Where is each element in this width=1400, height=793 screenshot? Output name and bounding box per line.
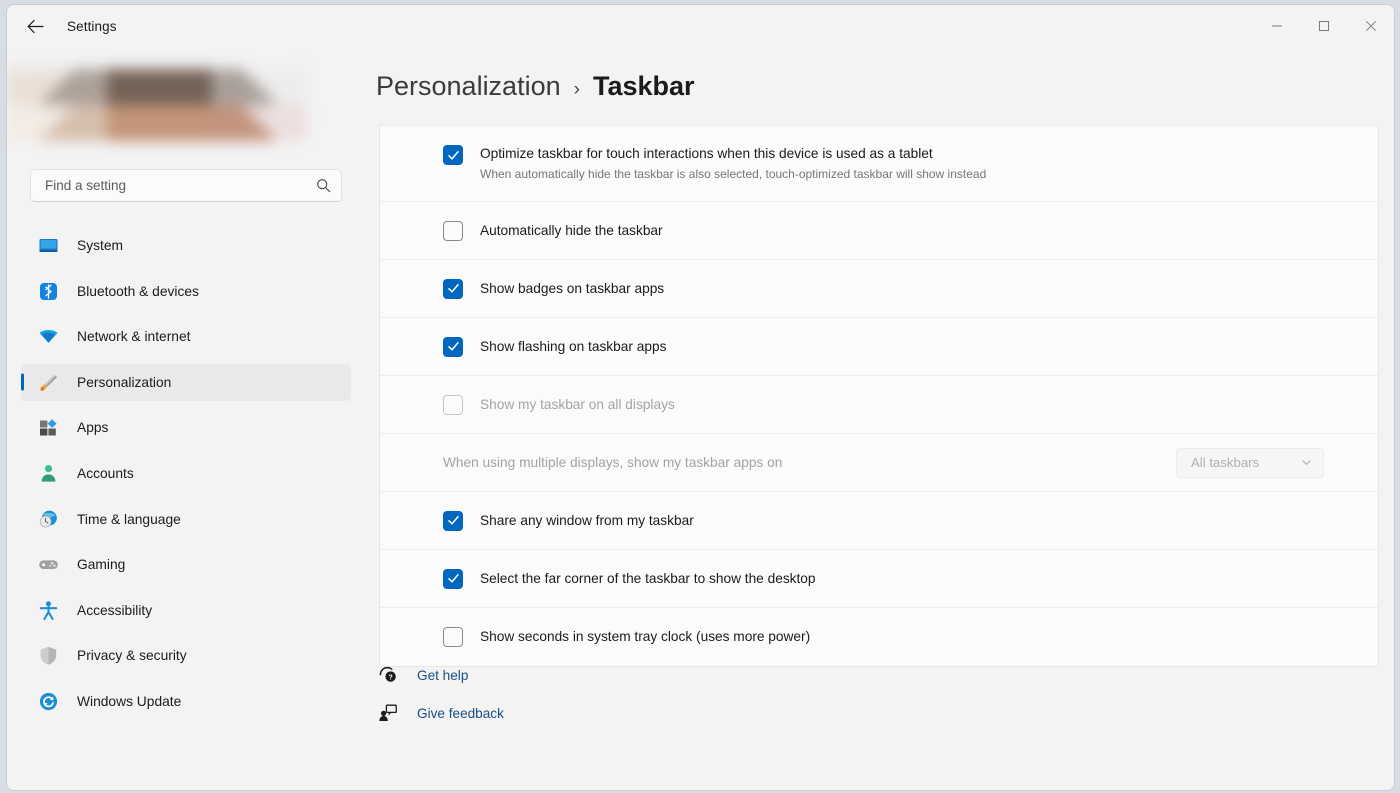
sidebar-item-label: Accessibility <box>77 603 152 618</box>
minimize-button[interactable] <box>1253 5 1300 47</box>
checkbox-auto-hide-taskbar[interactable] <box>443 221 463 241</box>
sidebar-item-system[interactable]: System <box>21 227 351 264</box>
close-icon <box>1365 20 1377 32</box>
sidebar-item-privacy-security[interactable]: Privacy & security <box>21 637 351 674</box>
sidebar-item-windows-update[interactable]: Windows Update <box>21 683 351 720</box>
search-icon <box>316 178 331 193</box>
sidebar-item-accessibility[interactable]: Accessibility <box>21 592 351 629</box>
setting-label: Select the far corner of the taskbar to … <box>480 570 816 587</box>
sidebar-item-apps[interactable]: Apps <box>21 409 351 446</box>
setting-label: Automatically hide the taskbar <box>480 222 663 239</box>
setting-label: Show badges on taskbar apps <box>480 280 664 297</box>
sidebar-item-personalization[interactable]: Personalization <box>21 364 351 401</box>
dropdown-value: All taskbars <box>1191 455 1259 470</box>
search-input[interactable]: Find a setting <box>30 169 342 202</box>
setting-label: When using multiple displays, show my ta… <box>443 455 782 470</box>
search-box[interactable]: Find a setting <box>30 169 342 202</box>
sidebar-item-label: Windows Update <box>77 694 181 709</box>
search-placeholder: Find a setting <box>45 178 316 193</box>
sidebar-item-label: Network & internet <box>77 329 191 344</box>
maximize-button[interactable] <box>1300 5 1347 47</box>
sidebar: Find a setting S <box>7 47 365 790</box>
settings-window: Settings <box>6 4 1395 791</box>
link-label: Give feedback <box>417 706 504 721</box>
page-title: Taskbar <box>593 71 695 102</box>
setting-label: Show seconds in system tray clock (uses … <box>480 628 810 645</box>
paintbrush-icon <box>37 371 59 393</box>
account-banner-image <box>7 49 307 141</box>
sidebar-item-label: Accounts <box>77 466 134 481</box>
person-icon <box>37 462 59 484</box>
checkbox-show-flashing[interactable] <box>443 337 463 357</box>
setting-row-auto-hide-taskbar[interactable]: Automatically hide the taskbar <box>380 202 1378 260</box>
sidebar-item-label: Privacy & security <box>77 648 187 663</box>
sidebar-nav: System Bluetooth & devices <box>21 227 351 729</box>
gamepad-icon <box>37 554 59 576</box>
sidebar-item-network-internet[interactable]: Network & internet <box>21 318 351 355</box>
wifi-icon <box>37 326 59 348</box>
shield-icon <box>37 645 59 667</box>
feedback-person-icon <box>377 702 399 724</box>
setting-row-show-flashing[interactable]: Show flashing on taskbar apps <box>380 318 1378 376</box>
sidebar-item-time-language[interactable]: Time & language <box>21 501 351 538</box>
checkbox-taskbar-all-displays <box>443 395 463 415</box>
svg-text:?: ? <box>388 675 392 682</box>
checkbox-show-badges[interactable] <box>443 279 463 299</box>
checkbox-share-any-window[interactable] <box>443 511 463 531</box>
sidebar-item-label: System <box>77 238 123 253</box>
apps-grid-icon <box>37 417 59 439</box>
bluetooth-icon <box>37 280 59 302</box>
dropdown-multiple-displays-apps: All taskbars <box>1176 448 1324 478</box>
checkbox-show-seconds-clock[interactable] <box>443 627 463 647</box>
sidebar-item-label: Personalization <box>77 375 171 390</box>
checkbox-far-corner-show-desktop[interactable] <box>443 569 463 589</box>
sidebar-item-bluetooth-devices[interactable]: Bluetooth & devices <box>21 273 351 310</box>
clock-globe-icon <box>37 508 59 530</box>
link-label: Get help <box>417 668 468 683</box>
sidebar-item-accounts[interactable]: Accounts <box>21 455 351 492</box>
setting-label: Share any window from my taskbar <box>480 512 694 529</box>
setting-row-far-corner-show-desktop[interactable]: Select the far corner of the taskbar to … <box>380 550 1378 608</box>
setting-label: Optimize taskbar for touch interactions … <box>480 145 986 162</box>
close-button[interactable] <box>1347 5 1394 47</box>
sidebar-item-label: Apps <box>77 420 108 435</box>
title-bar: Settings <box>7 5 1394 47</box>
setting-row-taskbar-all-displays: Show my taskbar on all displays <box>380 376 1378 434</box>
sidebar-item-label: Gaming <box>77 557 125 572</box>
setting-row-optimize-taskbar-touch[interactable]: Optimize taskbar for touch interactions … <box>380 126 1378 202</box>
get-help-link[interactable]: ? Get help <box>377 664 504 686</box>
setting-row-share-any-window[interactable]: Share any window from my taskbar <box>380 492 1378 550</box>
help-question-icon: ? <box>377 664 399 686</box>
settings-card: Optimize taskbar for touch interactions … <box>379 125 1379 667</box>
give-feedback-link[interactable]: Give feedback <box>377 702 504 724</box>
breadcrumb-parent[interactable]: Personalization <box>376 71 561 102</box>
maximize-icon <box>1318 20 1330 32</box>
setting-label: Show my taskbar on all displays <box>480 396 675 413</box>
setting-label: Show flashing on taskbar apps <box>480 338 666 355</box>
window-controls <box>1253 5 1394 47</box>
back-button[interactable] <box>15 10 55 42</box>
update-refresh-icon <box>37 690 59 712</box>
back-arrow-icon <box>27 19 44 34</box>
system-monitor-icon <box>37 235 59 257</box>
chevron-right-icon: › <box>574 79 580 101</box>
sidebar-item-label: Time & language <box>77 512 181 527</box>
sidebar-item-gaming[interactable]: Gaming <box>21 546 351 583</box>
chevron-down-icon <box>1301 457 1312 468</box>
footer-links: ? Get help Give feedback <box>377 664 504 724</box>
setting-row-show-badges[interactable]: Show badges on taskbar apps <box>380 260 1378 318</box>
checkbox-optimize-taskbar-touch[interactable] <box>443 145 463 165</box>
sidebar-item-label: Bluetooth & devices <box>77 284 199 299</box>
app-title: Settings <box>67 19 117 34</box>
accessibility-icon <box>37 599 59 621</box>
setting-description: When automatically hide the taskbar is a… <box>480 167 986 183</box>
setting-row-show-seconds-clock[interactable]: Show seconds in system tray clock (uses … <box>380 608 1378 666</box>
minimize-icon <box>1271 20 1283 32</box>
setting-row-multiple-displays-apps: When using multiple displays, show my ta… <box>380 434 1378 492</box>
main-content: Personalization › Taskbar Optimize taskb… <box>365 47 1394 790</box>
breadcrumb: Personalization › Taskbar <box>376 71 695 102</box>
